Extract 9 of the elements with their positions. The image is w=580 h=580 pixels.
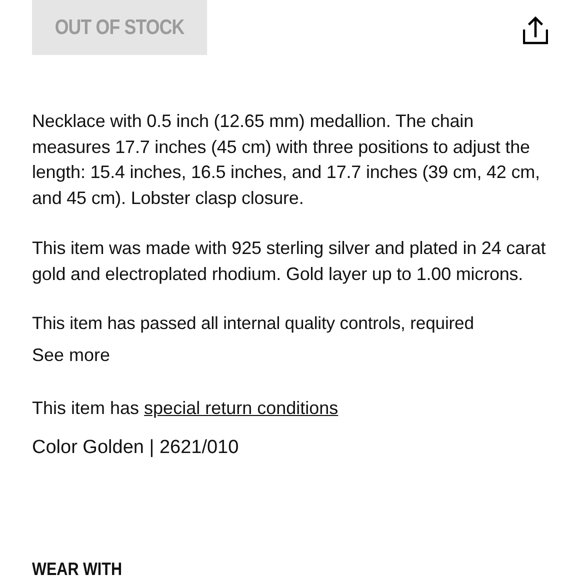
share-icon[interactable] <box>523 16 548 45</box>
returns-text: This item has <box>32 396 140 420</box>
description-text: Necklace with 0.5 inch (12.65 mm) medallion. The chain measures 17.7 inches (45 cm) with three positions to adjust the length: 15.4 inches, 16.5 inches, and 17.7 inches (39 cm, 42 cm, and 45 cm). Lobster clasp closure. <box>32 110 541 210</box>
color-reference: Color Golden | 2621/010 <box>32 436 239 460</box>
description-text: This item has passed all internal quality controls, required <box>32 312 475 336</box>
return-conditions-link[interactable]: special return conditions <box>144 396 338 421</box>
see-more-link[interactable]: See more <box>32 342 110 368</box>
section-heading: WEAR WITH <box>32 559 122 580</box>
description-text: This item was made with 925 sterling silver and plated in 24 carat gold and electroplated rhodium. Gold layer up to 1.00 microns. <box>32 236 547 286</box>
